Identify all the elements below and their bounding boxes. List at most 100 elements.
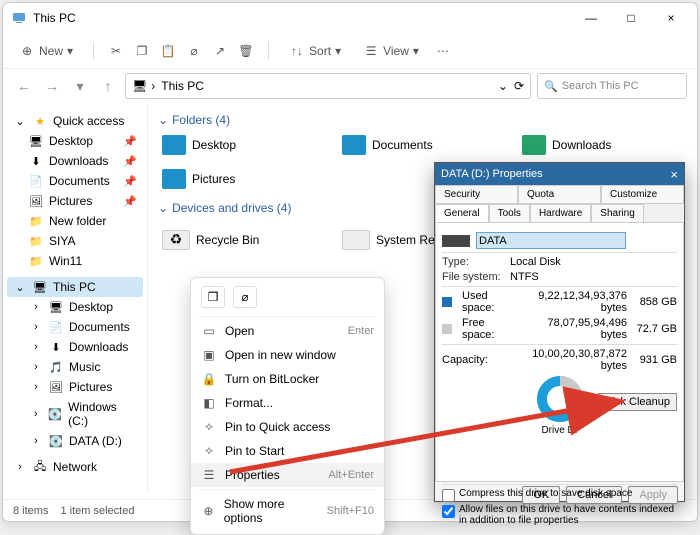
folder-icon: 📄 <box>49 320 63 334</box>
chevron-right-icon: › <box>151 79 155 93</box>
pin-icon: ✧ <box>201 420 217 434</box>
fs-value: NTFS <box>510 271 677 283</box>
close-button[interactable]: × <box>653 4 689 32</box>
up-button[interactable]: ↑ <box>97 75 119 97</box>
search-input[interactable]: 🔍 Search This PC <box>537 73 687 99</box>
folder-pictures[interactable]: Pictures <box>158 165 308 193</box>
tab-security[interactable]: Security <box>435 185 518 204</box>
chevron-down-icon: ⌄ <box>158 201 168 215</box>
menu-shortcut: Alt+Enter <box>328 469 374 481</box>
view-button[interactable]: ☰ View ▾ <box>357 41 425 61</box>
refresh-button[interactable]: ⟳ <box>514 79 524 93</box>
sidebar-item-win11[interactable]: 📁Win11 <box>7 251 143 271</box>
drive-icon: 💽 <box>48 407 62 421</box>
breadcrumb-root[interactable]: This PC <box>161 79 204 93</box>
folder-icon: 🖼 <box>29 194 43 208</box>
drive-recycle-bin[interactable]: ♻Recycle Bin <box>158 219 308 260</box>
chevron-right-icon: › <box>13 460 27 474</box>
chevron-down-icon[interactable]: ▾ <box>69 75 91 97</box>
sort-button[interactable]: ↑↓ Sort ▾ <box>283 41 347 61</box>
sidebar-item-pictures[interactable]: ›🖼Pictures <box>7 377 143 397</box>
drive-name-input[interactable] <box>476 232 626 249</box>
index-checkbox[interactable]: Allow files on this drive to have conten… <box>442 504 677 526</box>
item-label: Downloads <box>552 138 611 152</box>
pin-icon: 📌 <box>123 154 137 168</box>
star-icon: ★ <box>33 114 47 128</box>
sidebar-item-label: SIYA <box>49 234 75 248</box>
sidebar-item-desktop[interactable]: ›🖥Desktop <box>7 297 143 317</box>
tab-sharing[interactable]: Sharing <box>591 204 643 223</box>
copy-icon[interactable]: ❐ <box>134 43 150 59</box>
compress-checkbox[interactable]: Compress this drive to save disk space <box>442 488 677 502</box>
chevron-down-icon[interactable]: ⌄ <box>498 79 508 93</box>
menu-properties[interactable]: ☰PropertiesAlt+Enter <box>191 463 384 487</box>
sidebar-item-label: This PC <box>53 280 96 294</box>
sidebar-network[interactable]: ›🖧Network <box>7 457 143 477</box>
tab-customize[interactable]: Customize <box>601 185 684 204</box>
menu-pin-start[interactable]: ✧Pin to Start <box>191 439 384 463</box>
breadcrumb[interactable]: 🖥 › This PC ⌄ ⟳ <box>125 73 531 99</box>
folder-icon: 📁 <box>29 214 43 228</box>
sidebar-item-label: New folder <box>49 214 106 228</box>
network-icon: 🖧 <box>33 460 47 474</box>
dialog-titlebar: DATA (D:) Properties × <box>435 163 684 185</box>
rename-icon[interactable]: ⌀ <box>186 43 202 59</box>
sidebar-item-music[interactable]: ›🎵Music <box>7 357 143 377</box>
more-icon[interactable]: ⋯ <box>435 43 451 59</box>
recycle-icon: ♻ <box>162 230 190 250</box>
sidebar-item-newfolder[interactable]: 📁 New folder <box>7 211 143 231</box>
view-label: View <box>383 44 409 58</box>
sidebar-this-pc[interactable]: ⌄ 🖥 This PC <box>7 277 143 297</box>
sidebar-item-downloads[interactable]: ›⬇Downloads <box>7 337 143 357</box>
sidebar-item-documents[interactable]: ›📄Documents <box>7 317 143 337</box>
tab-general[interactable]: General <box>435 204 489 223</box>
sidebar-item-label: Music <box>69 360 100 374</box>
copy-icon[interactable]: ❐ <box>201 286 225 308</box>
back-button[interactable]: ← <box>13 75 35 97</box>
forward-button[interactable]: → <box>41 75 63 97</box>
sidebar-quick-access[interactable]: ⌄ ★ Quick access <box>7 111 143 131</box>
disk-cleanup-button[interactable]: Disk Cleanup <box>598 393 677 411</box>
menu-bitlocker[interactable]: 🔒Turn on BitLocker <box>191 367 384 391</box>
delete-icon[interactable]: 🗑 <box>238 43 254 59</box>
tab-tools[interactable]: Tools <box>489 204 530 223</box>
close-icon[interactable]: × <box>670 167 678 182</box>
tab-hardware[interactable]: Hardware <box>530 204 591 223</box>
group-folders[interactable]: ⌄Folders (4) <box>158 113 687 127</box>
paste-icon[interactable]: 📋 <box>160 43 176 59</box>
folder-icon: 📄 <box>29 174 43 188</box>
share-icon[interactable]: ↗ <box>212 43 228 59</box>
group-label: Folders (4) <box>172 113 230 127</box>
cut-icon[interactable]: ✂ <box>108 43 124 59</box>
sidebar-item-pictures[interactable]: 🖼Pictures📌 <box>7 191 143 211</box>
sidebar-item-windows-c[interactable]: ›💽Windows (C:) <box>7 397 143 431</box>
maximize-button[interactable]: □ <box>613 4 649 32</box>
sidebar-item-documents[interactable]: 📄Documents📌 <box>7 171 143 191</box>
sidebar-item-desktop[interactable]: 🖥Desktop📌 <box>7 131 143 151</box>
folder-desktop[interactable]: Desktop <box>158 131 308 159</box>
sidebar-item-label: Documents <box>69 320 130 334</box>
thispc-icon: 🖥 <box>132 79 147 93</box>
sidebar-item-label: Downloads <box>69 340 128 354</box>
menu-open-new-window[interactable]: ▣Open in new window <box>191 343 384 367</box>
folder-downloads[interactable]: Downloads <box>518 131 668 159</box>
tab-quota[interactable]: Quota <box>518 185 601 204</box>
sidebar-item-siya[interactable]: 📁SIYA <box>7 231 143 251</box>
dialog-tabs: Security Quota Customize General Tools H… <box>435 185 684 223</box>
menu-open[interactable]: ▭OpenEnter <box>191 319 384 343</box>
chevron-right-icon: › <box>29 340 43 354</box>
menu-pin-quick[interactable]: ✧Pin to Quick access <box>191 415 384 439</box>
disk-usage-pie <box>537 376 583 422</box>
sidebar-item-downloads[interactable]: ⬇Downloads📌 <box>7 151 143 171</box>
folder-documents[interactable]: Documents <box>338 131 488 159</box>
sidebar-item-label: Windows (C:) <box>68 400 137 428</box>
sidebar-item-label: Win11 <box>49 254 82 268</box>
sidebar-item-data-d[interactable]: ›💽DATA (D:) <box>7 431 143 451</box>
menu-more-options[interactable]: ⊕Show more optionsShift+F10 <box>191 492 384 530</box>
chevron-right-icon: › <box>29 300 43 314</box>
new-button[interactable]: ⊕ New ▾ <box>13 41 79 61</box>
minimize-button[interactable]: — <box>573 4 609 32</box>
menu-format[interactable]: ◧Format... <box>191 391 384 415</box>
item-label: Pictures <box>192 172 235 186</box>
rename-icon[interactable]: ⌀ <box>233 286 257 308</box>
